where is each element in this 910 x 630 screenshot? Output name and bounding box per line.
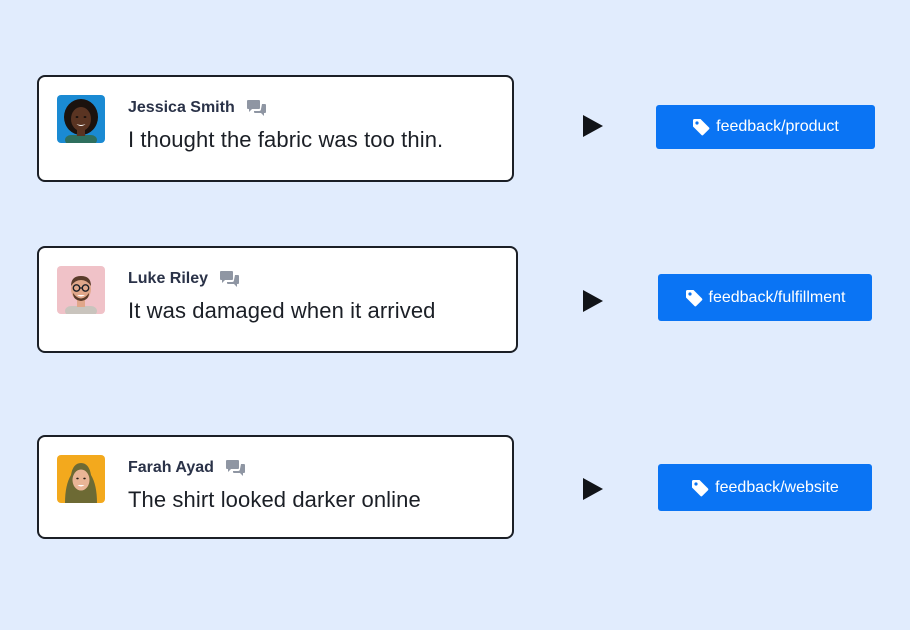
avatar — [57, 455, 105, 503]
play-arrow-icon — [582, 289, 604, 313]
comment-text: I thought the fabric was too thin. — [128, 127, 444, 152]
play-arrow-icon — [582, 477, 604, 501]
tag-label: feedback/website — [715, 478, 839, 496]
comment-text: The shirt looked darker online — [128, 487, 421, 512]
tag-icon — [685, 289, 703, 307]
author-name: Farah Ayad — [128, 458, 246, 478]
author-name: Luke Riley — [128, 269, 240, 289]
tag-button-feedback-website[interactable]: feedback/website — [658, 464, 872, 511]
author-name-text: Luke Riley — [128, 270, 209, 287]
avatar — [57, 266, 105, 314]
comment-card[interactable]: Luke Riley It was damaged when it arrive… — [37, 246, 518, 353]
author-name-text: Farah Ayad — [128, 459, 214, 476]
tag-icon — [692, 118, 710, 136]
tag-button-feedback-fulfillment[interactable]: feedback/fulfillment — [658, 274, 872, 321]
comment-card[interactable]: Farah Ayad The shirt looked darker onlin… — [37, 435, 514, 539]
tag-label: feedback/product — [716, 118, 839, 135]
avatar — [57, 95, 105, 143]
chat-bubbles-icon[interactable] — [225, 458, 246, 478]
author-name: Jessica Smith — [128, 98, 267, 118]
tag-label: feedback/fulfillment — [708, 288, 846, 306]
tag-icon — [691, 479, 709, 497]
chat-bubbles-icon[interactable] — [220, 269, 240, 289]
comment-card[interactable]: Jessica Smith I thought the fabric was t… — [37, 75, 514, 182]
chat-bubbles-icon[interactable] — [246, 98, 267, 118]
play-arrow-icon — [582, 114, 604, 138]
tag-button-feedback-product[interactable]: feedback/product — [656, 105, 875, 149]
comment-text: It was damaged when it arrived — [128, 298, 436, 323]
author-name-text: Jessica Smith — [128, 99, 235, 116]
